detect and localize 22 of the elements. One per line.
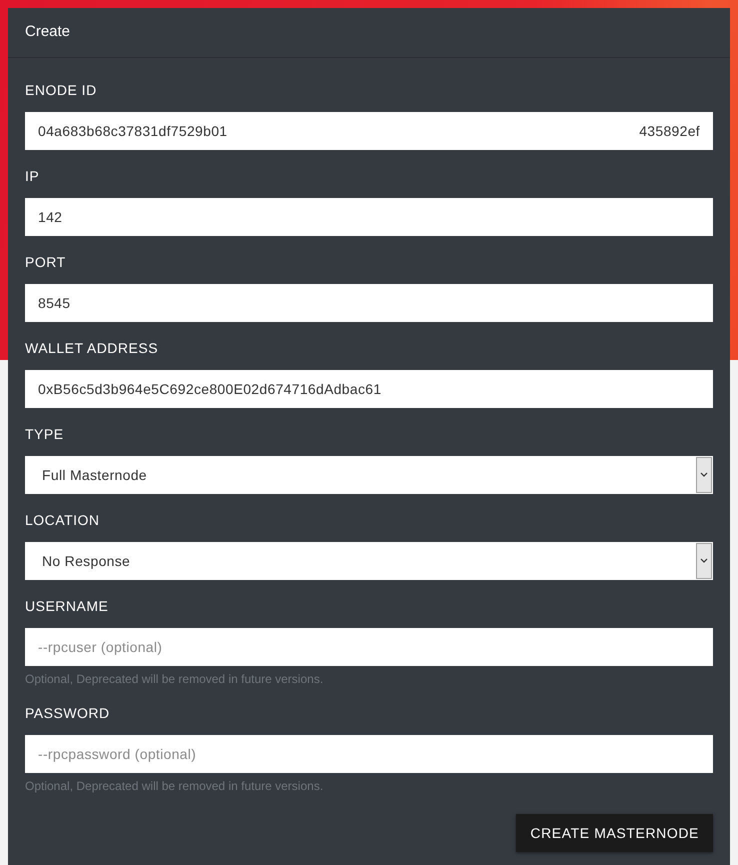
chevron-icon <box>696 457 712 493</box>
hint-text: Optional, Deprecated will be removed in future versions. <box>25 671 324 687</box>
field-label: PASSWORD <box>25 704 111 723</box>
field-label: PORT <box>25 253 67 272</box>
hint-text: Optional, Deprecated will be removed in future versions. <box>25 778 324 794</box>
field-label: USERNAME <box>25 597 110 616</box>
input-field[interactable]: 04a683b68c37831df7529b01 435892ef <box>25 112 713 150</box>
input-field[interactable]: --rpcuser (optional) <box>25 628 713 666</box>
field-label: TYPE <box>25 425 65 444</box>
dropdown[interactable]: No Response <box>25 542 713 580</box>
dropdown[interactable]: Full Masternode <box>25 456 713 494</box>
dialog-title: Create <box>25 22 70 42</box>
input-field[interactable]: 8545 <box>25 284 713 322</box>
create-masternode-button[interactable]: CREATE MASTERNODE <box>516 814 713 852</box>
field-label: IP <box>25 167 40 186</box>
field-label: WALLET ADDRESS <box>25 339 160 358</box>
field-label: ENODE ID <box>25 81 98 100</box>
input-field[interactable]: 142 <box>25 198 713 236</box>
field-label: LOCATION <box>25 511 101 530</box>
input-field[interactable]: 0xB56c5d3b964e5C692ce800E02d674716dAdbac61 <box>25 370 713 408</box>
chevron-icon <box>696 543 712 579</box>
input-field[interactable]: --rpcpassword (optional) <box>25 735 713 773</box>
